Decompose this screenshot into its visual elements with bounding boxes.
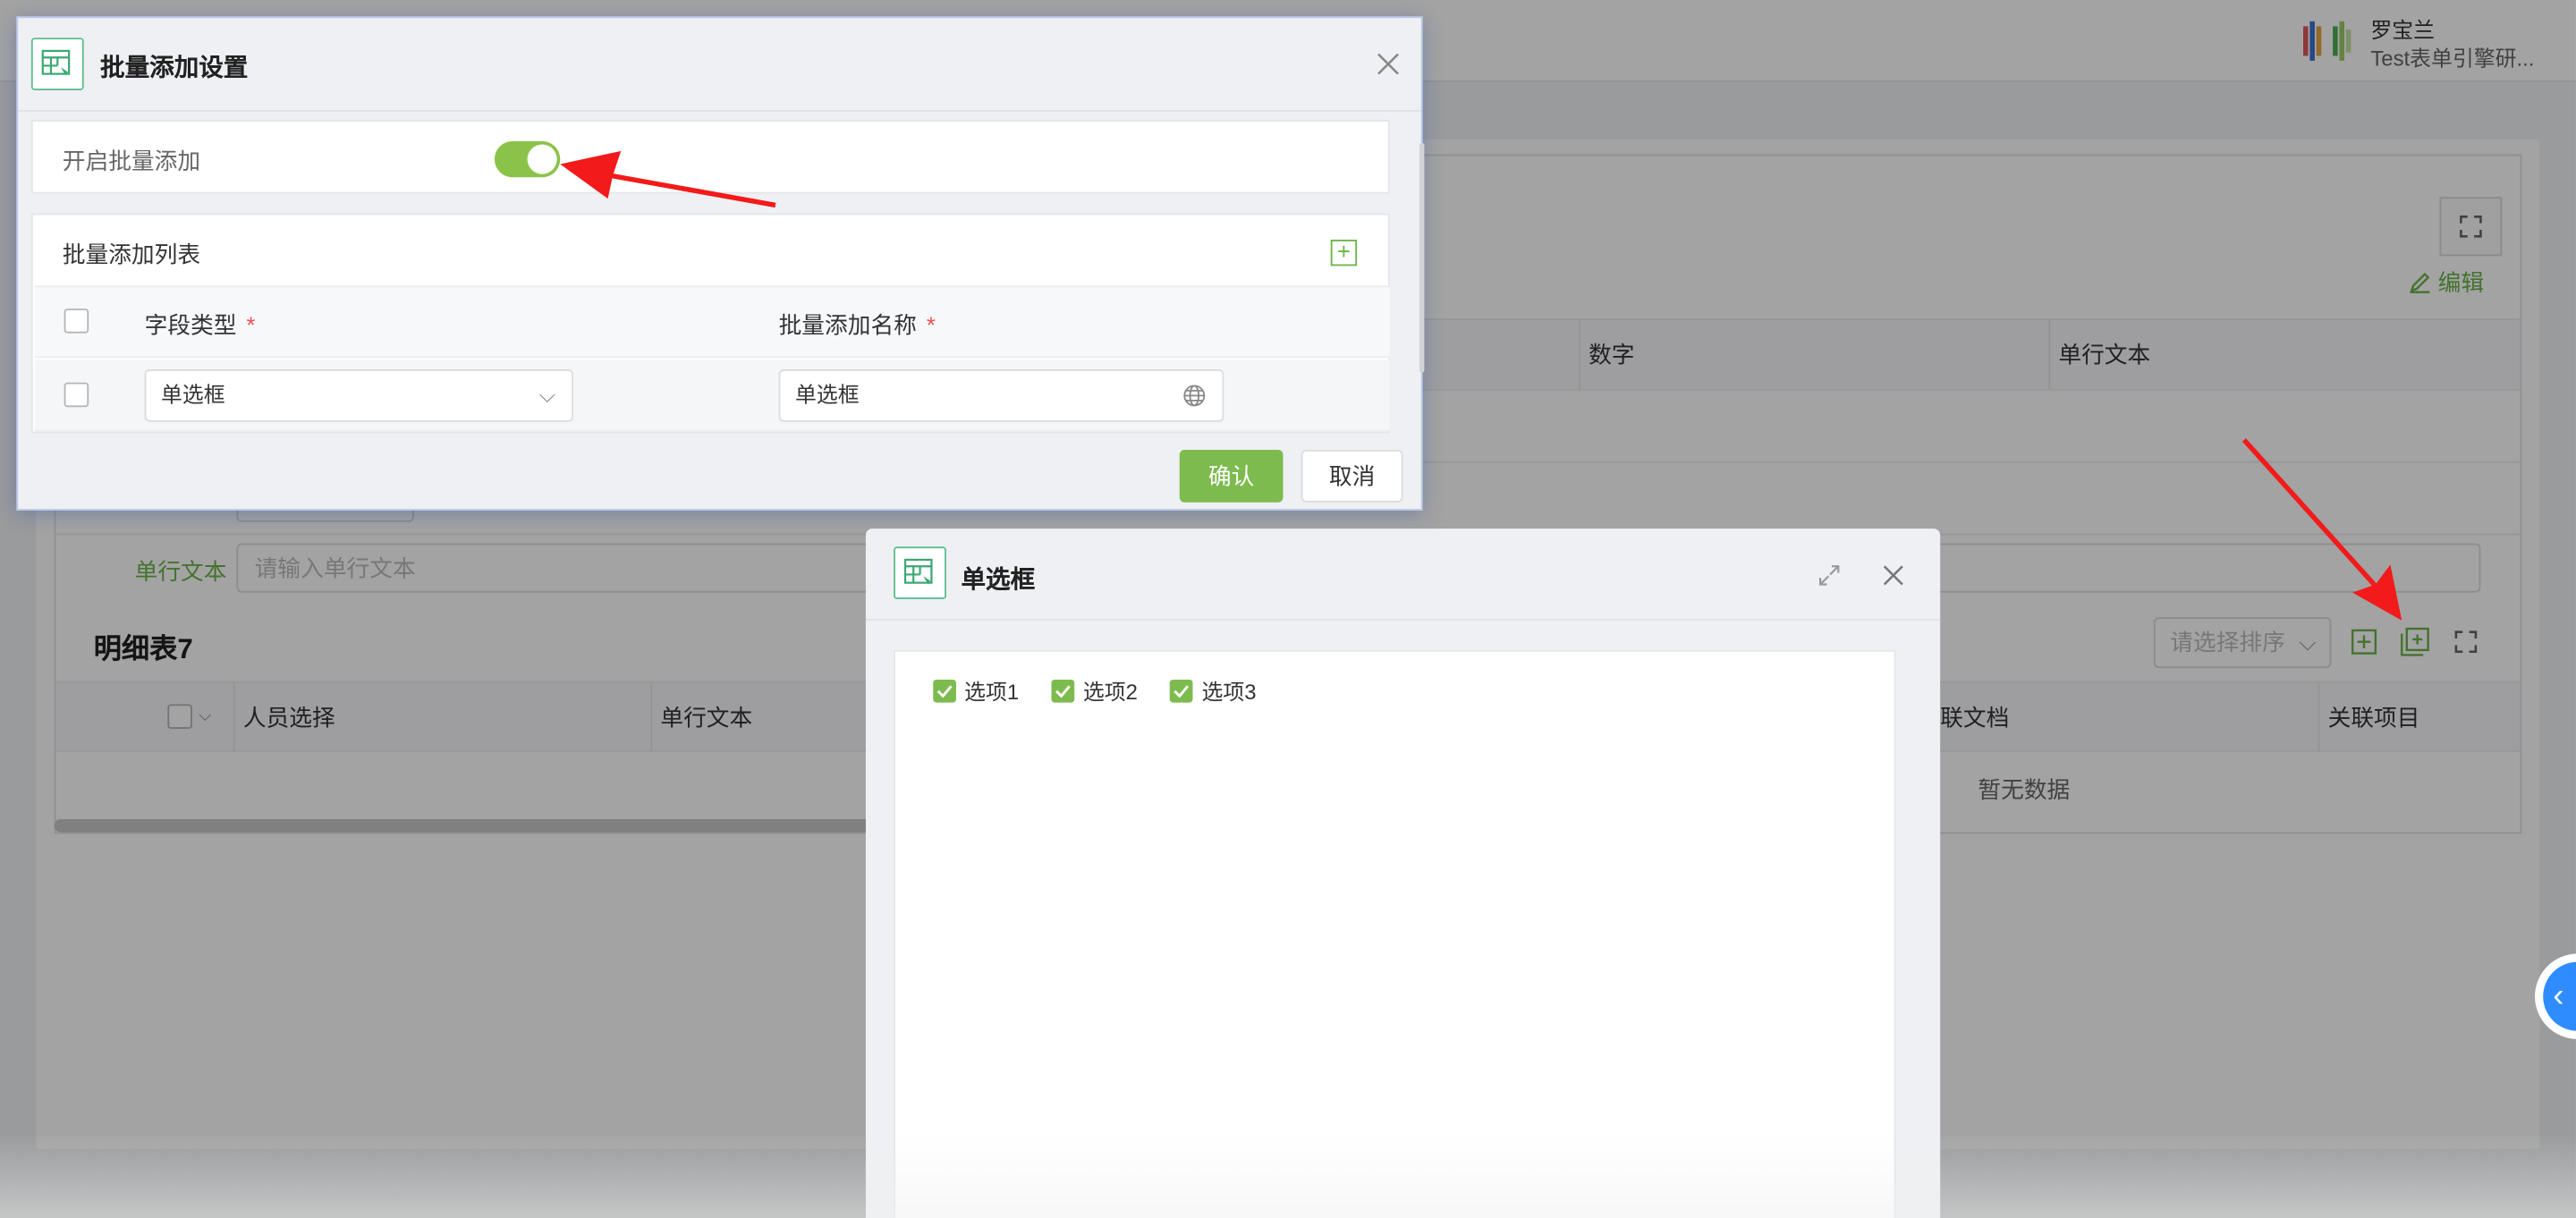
column-batch-name-label: 批量添加名称: [778, 311, 917, 339]
toggle-panel: [30, 119, 1390, 194]
column-field-type: 字段类型 *: [145, 309, 256, 342]
expand-button[interactable]: [1818, 564, 1840, 590]
option-label: 选项1: [964, 679, 1020, 705]
required-mark: *: [246, 311, 256, 339]
radio-options-dialog: 单选框 选项1 选项2 选项3: [865, 529, 1941, 1218]
table-row: 单选框 ⌵ 单选框: [34, 359, 1390, 432]
confirm-button[interactable]: 确认: [1179, 449, 1284, 503]
globe-icon[interactable]: [1182, 385, 1206, 408]
option-item[interactable]: 选项2: [1051, 674, 1138, 706]
options-panel: 选项1 选项2 选项3: [894, 649, 1896, 1218]
select-all-checkbox[interactable]: [64, 309, 89, 334]
chevron-left-icon: ‹: [2553, 977, 2564, 1014]
batch-name-input[interactable]: 单选框: [778, 369, 1224, 422]
option-item[interactable]: 选项1: [933, 674, 1019, 706]
close-button[interactable]: [1883, 564, 1904, 590]
form-grid-icon: [903, 558, 934, 585]
close-icon: [1883, 565, 1903, 586]
add-square-icon: +: [1336, 238, 1351, 265]
column-batch-name: 批量添加名称 *: [779, 309, 936, 342]
vertical-scrollbar[interactable]: [1419, 142, 1425, 373]
dialog-title: 单选框: [961, 566, 1036, 595]
field-type-value: 单选框: [160, 382, 225, 408]
batch-table-header: 字段类型 * 批量添加名称 *: [34, 285, 1390, 359]
add-row-button[interactable]: +: [1330, 238, 1358, 266]
batch-name-value: 单选框: [794, 382, 860, 408]
checkbox-checked-icon[interactable]: [1170, 679, 1194, 702]
close-icon: [1377, 53, 1399, 75]
toggle-label: 开启批量添加: [62, 148, 201, 174]
option-label: 选项3: [1201, 679, 1257, 705]
divider: [865, 619, 1941, 621]
close-button[interactable]: [1377, 51, 1400, 80]
dialog-icon: [30, 38, 84, 90]
toggle-knob: [527, 144, 557, 174]
column-field-type-label: 字段类型: [144, 311, 237, 339]
expand-icon: [1818, 565, 1840, 586]
batch-add-settings-dialog: 批量添加设置 开启批量添加 批量添加列表 + 字段类型 * 批量添加名称 * 单…: [16, 16, 1425, 511]
cancel-button[interactable]: 取消: [1301, 449, 1403, 503]
batch-add-toggle[interactable]: [494, 140, 561, 178]
field-type-select[interactable]: 单选框 ⌵: [144, 369, 574, 422]
list-title: 批量添加列表: [62, 241, 201, 268]
option-label: 选项2: [1082, 679, 1138, 705]
checkbox-checked-icon[interactable]: [933, 679, 956, 702]
row-checkbox[interactable]: [64, 382, 89, 408]
required-mark: *: [926, 311, 936, 339]
options-list: 选项1 选项2 选项3: [933, 674, 1257, 706]
chevron-down-icon: ⌵: [538, 382, 555, 408]
checkbox-checked-icon[interactable]: [1051, 679, 1075, 702]
form-grid-icon: [41, 49, 71, 76]
divider: [18, 109, 1421, 112]
option-item[interactable]: 选项3: [1170, 674, 1257, 706]
dialog-icon: [894, 546, 946, 599]
screen: 罗宝兰 Test表单引擎研... 编辑 数字 单行文本 单行文本 请输入单行文本…: [0, 0, 2576, 1218]
dialog-title: 批量添加设置: [100, 54, 249, 82]
